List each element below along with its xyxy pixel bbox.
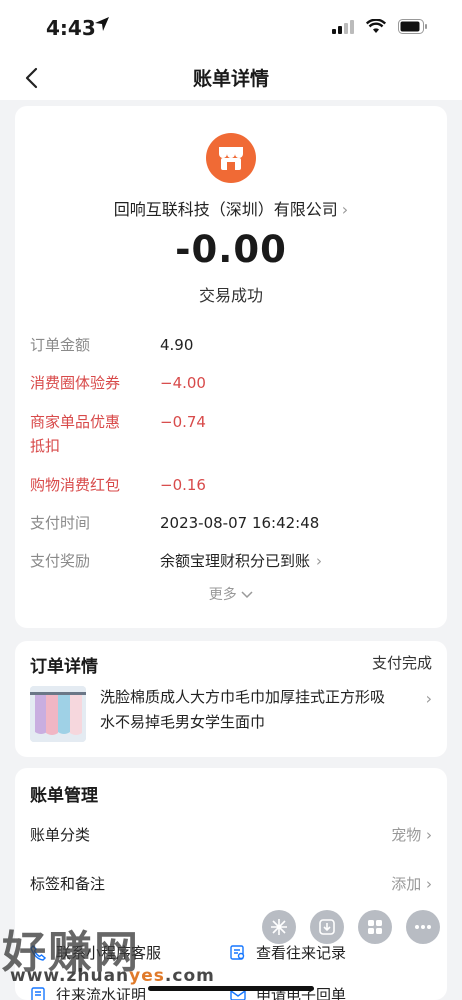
category-label: 账单分类 bbox=[30, 826, 91, 844]
sparkle-icon bbox=[271, 919, 287, 935]
manage-section-title: 账单管理 bbox=[30, 786, 98, 806]
detail-row-pay-reward[interactable]: 支付奖励 余额宝理财积分已到账 › bbox=[30, 549, 430, 573]
transaction-status: 交易成功 bbox=[198, 286, 263, 305]
location-arrow-icon bbox=[94, 16, 110, 36]
history-label: 查看往来记录 bbox=[256, 944, 347, 962]
order-section-title: 订单详情 bbox=[30, 657, 98, 677]
shop-icon bbox=[206, 133, 256, 183]
detail-value: −0.74 bbox=[160, 413, 206, 431]
wifi-icon bbox=[365, 18, 387, 38]
detail-label-line2: 抵扣 bbox=[30, 437, 61, 455]
detail-value: −4.00 bbox=[160, 374, 206, 392]
apps-button[interactable] bbox=[358, 910, 392, 944]
battery-icon bbox=[398, 19, 428, 38]
product-name-line1: 洗脸棉质成人大方巾毛巾加厚挂式正方形吸 bbox=[100, 688, 386, 706]
product-name-line2: 水不易掉毛男女学生面巾 bbox=[100, 713, 266, 731]
detail-row-merchant-discount: 商家单品优惠 抵扣 −0.74 bbox=[30, 410, 430, 460]
document-icon bbox=[31, 986, 45, 1000]
transaction-amount: -0.00 bbox=[175, 228, 287, 271]
detail-value: −0.16 bbox=[160, 476, 206, 494]
product-name: 洗脸棉质成人大方巾毛巾加厚挂式正方形吸 水不易掉毛男女学生面巾 bbox=[100, 685, 420, 735]
status-bar: 4:43 bbox=[0, 0, 462, 56]
watermark-url-prefix: www.zhuan bbox=[10, 966, 130, 986]
category-value-text: 宠物 bbox=[391, 826, 422, 844]
detail-value: 4.90 bbox=[160, 336, 194, 354]
home-indicator bbox=[148, 986, 314, 991]
order-status: 支付完成 bbox=[371, 654, 432, 672]
bill-category-row[interactable]: 账单分类 宠物 › bbox=[30, 820, 432, 850]
detail-label: 商家单品优惠 抵扣 bbox=[30, 410, 140, 458]
tag-label: 标签和备注 bbox=[30, 875, 106, 893]
statement-proof-link[interactable]: 往来流水证明 bbox=[30, 984, 146, 1000]
download-button[interactable] bbox=[310, 910, 344, 944]
reward-text: 余额宝理财积分已到账 bbox=[160, 552, 311, 570]
detail-label: 消费圈体验券 bbox=[30, 374, 121, 392]
detail-label: 支付奖励 bbox=[30, 552, 91, 570]
detail-value: 2023-08-07 16:42:48 bbox=[160, 514, 320, 532]
download-icon bbox=[319, 919, 335, 935]
more-button[interactable]: 更多 bbox=[15, 584, 447, 604]
tag-value: 添加 › bbox=[391, 873, 432, 894]
product-image bbox=[30, 686, 86, 742]
sparkle-button[interactable] bbox=[262, 910, 296, 944]
chevron-right-icon: › bbox=[316, 552, 323, 570]
detail-row-red-packet: 购物消费红包 −0.16 bbox=[30, 473, 430, 497]
status-time: 4:43 bbox=[46, 16, 96, 40]
category-value: 宠物 › bbox=[391, 824, 432, 845]
more-options-button[interactable] bbox=[406, 910, 440, 944]
record-search-icon bbox=[230, 944, 245, 960]
tag-note-row[interactable]: 标签和备注 添加 › bbox=[30, 869, 432, 899]
statement-label: 往来流水证明 bbox=[56, 986, 147, 1000]
more-label: 更多 bbox=[208, 587, 237, 603]
chevron-right-icon: › bbox=[426, 875, 432, 893]
transaction-card: 回响互联科技（深圳）有限公司 › -0.00 交易成功 订单金额 4.90 消费圈… bbox=[15, 106, 447, 628]
detail-label: 支付时间 bbox=[30, 514, 91, 532]
order-card[interactable]: 订单详情 支付完成 洗脸棉质成人大方巾毛巾加厚挂式正方形吸 水不易掉毛男女学生面… bbox=[15, 641, 447, 757]
detail-label: 购物消费红包 bbox=[30, 476, 121, 494]
chevron-right-icon: › bbox=[341, 200, 349, 219]
watermark-url: www.zhuanyes.com bbox=[10, 966, 215, 986]
nav-bar: 账单详情 bbox=[0, 56, 462, 100]
watermark-url-highlight: yes bbox=[129, 966, 165, 986]
page-title: 账单详情 bbox=[192, 68, 269, 90]
merchant-name: 回响互联科技（深圳）有限公司 bbox=[113, 200, 338, 219]
chevron-right-icon: › bbox=[425, 689, 432, 708]
chevron-down-icon bbox=[241, 591, 253, 599]
grid-icon bbox=[368, 920, 382, 934]
detail-label-line1: 商家单品优惠 bbox=[30, 413, 121, 431]
status-indicators bbox=[332, 18, 428, 38]
detail-value: 余额宝理财积分已到账 › bbox=[160, 549, 322, 573]
detail-label: 订单金额 bbox=[30, 336, 91, 354]
more-dots-icon bbox=[415, 925, 431, 929]
detail-row-coupon: 消费圈体验券 −4.00 bbox=[30, 371, 430, 395]
cellular-signal-icon bbox=[332, 19, 354, 38]
chevron-right-icon: › bbox=[426, 826, 432, 844]
merchant-link[interactable]: 回响互联科技（深圳）有限公司 › bbox=[15, 196, 447, 220]
floating-toolbar bbox=[262, 910, 440, 944]
detail-row-order-amount: 订单金额 4.90 bbox=[30, 333, 430, 357]
tag-value-text: 添加 bbox=[391, 875, 422, 893]
view-history-link[interactable]: 查看往来记录 bbox=[230, 942, 346, 963]
detail-row-pay-time: 支付时间 2023-08-07 16:42:48 bbox=[30, 511, 430, 535]
watermark-url-suffix: .com bbox=[164, 966, 215, 986]
